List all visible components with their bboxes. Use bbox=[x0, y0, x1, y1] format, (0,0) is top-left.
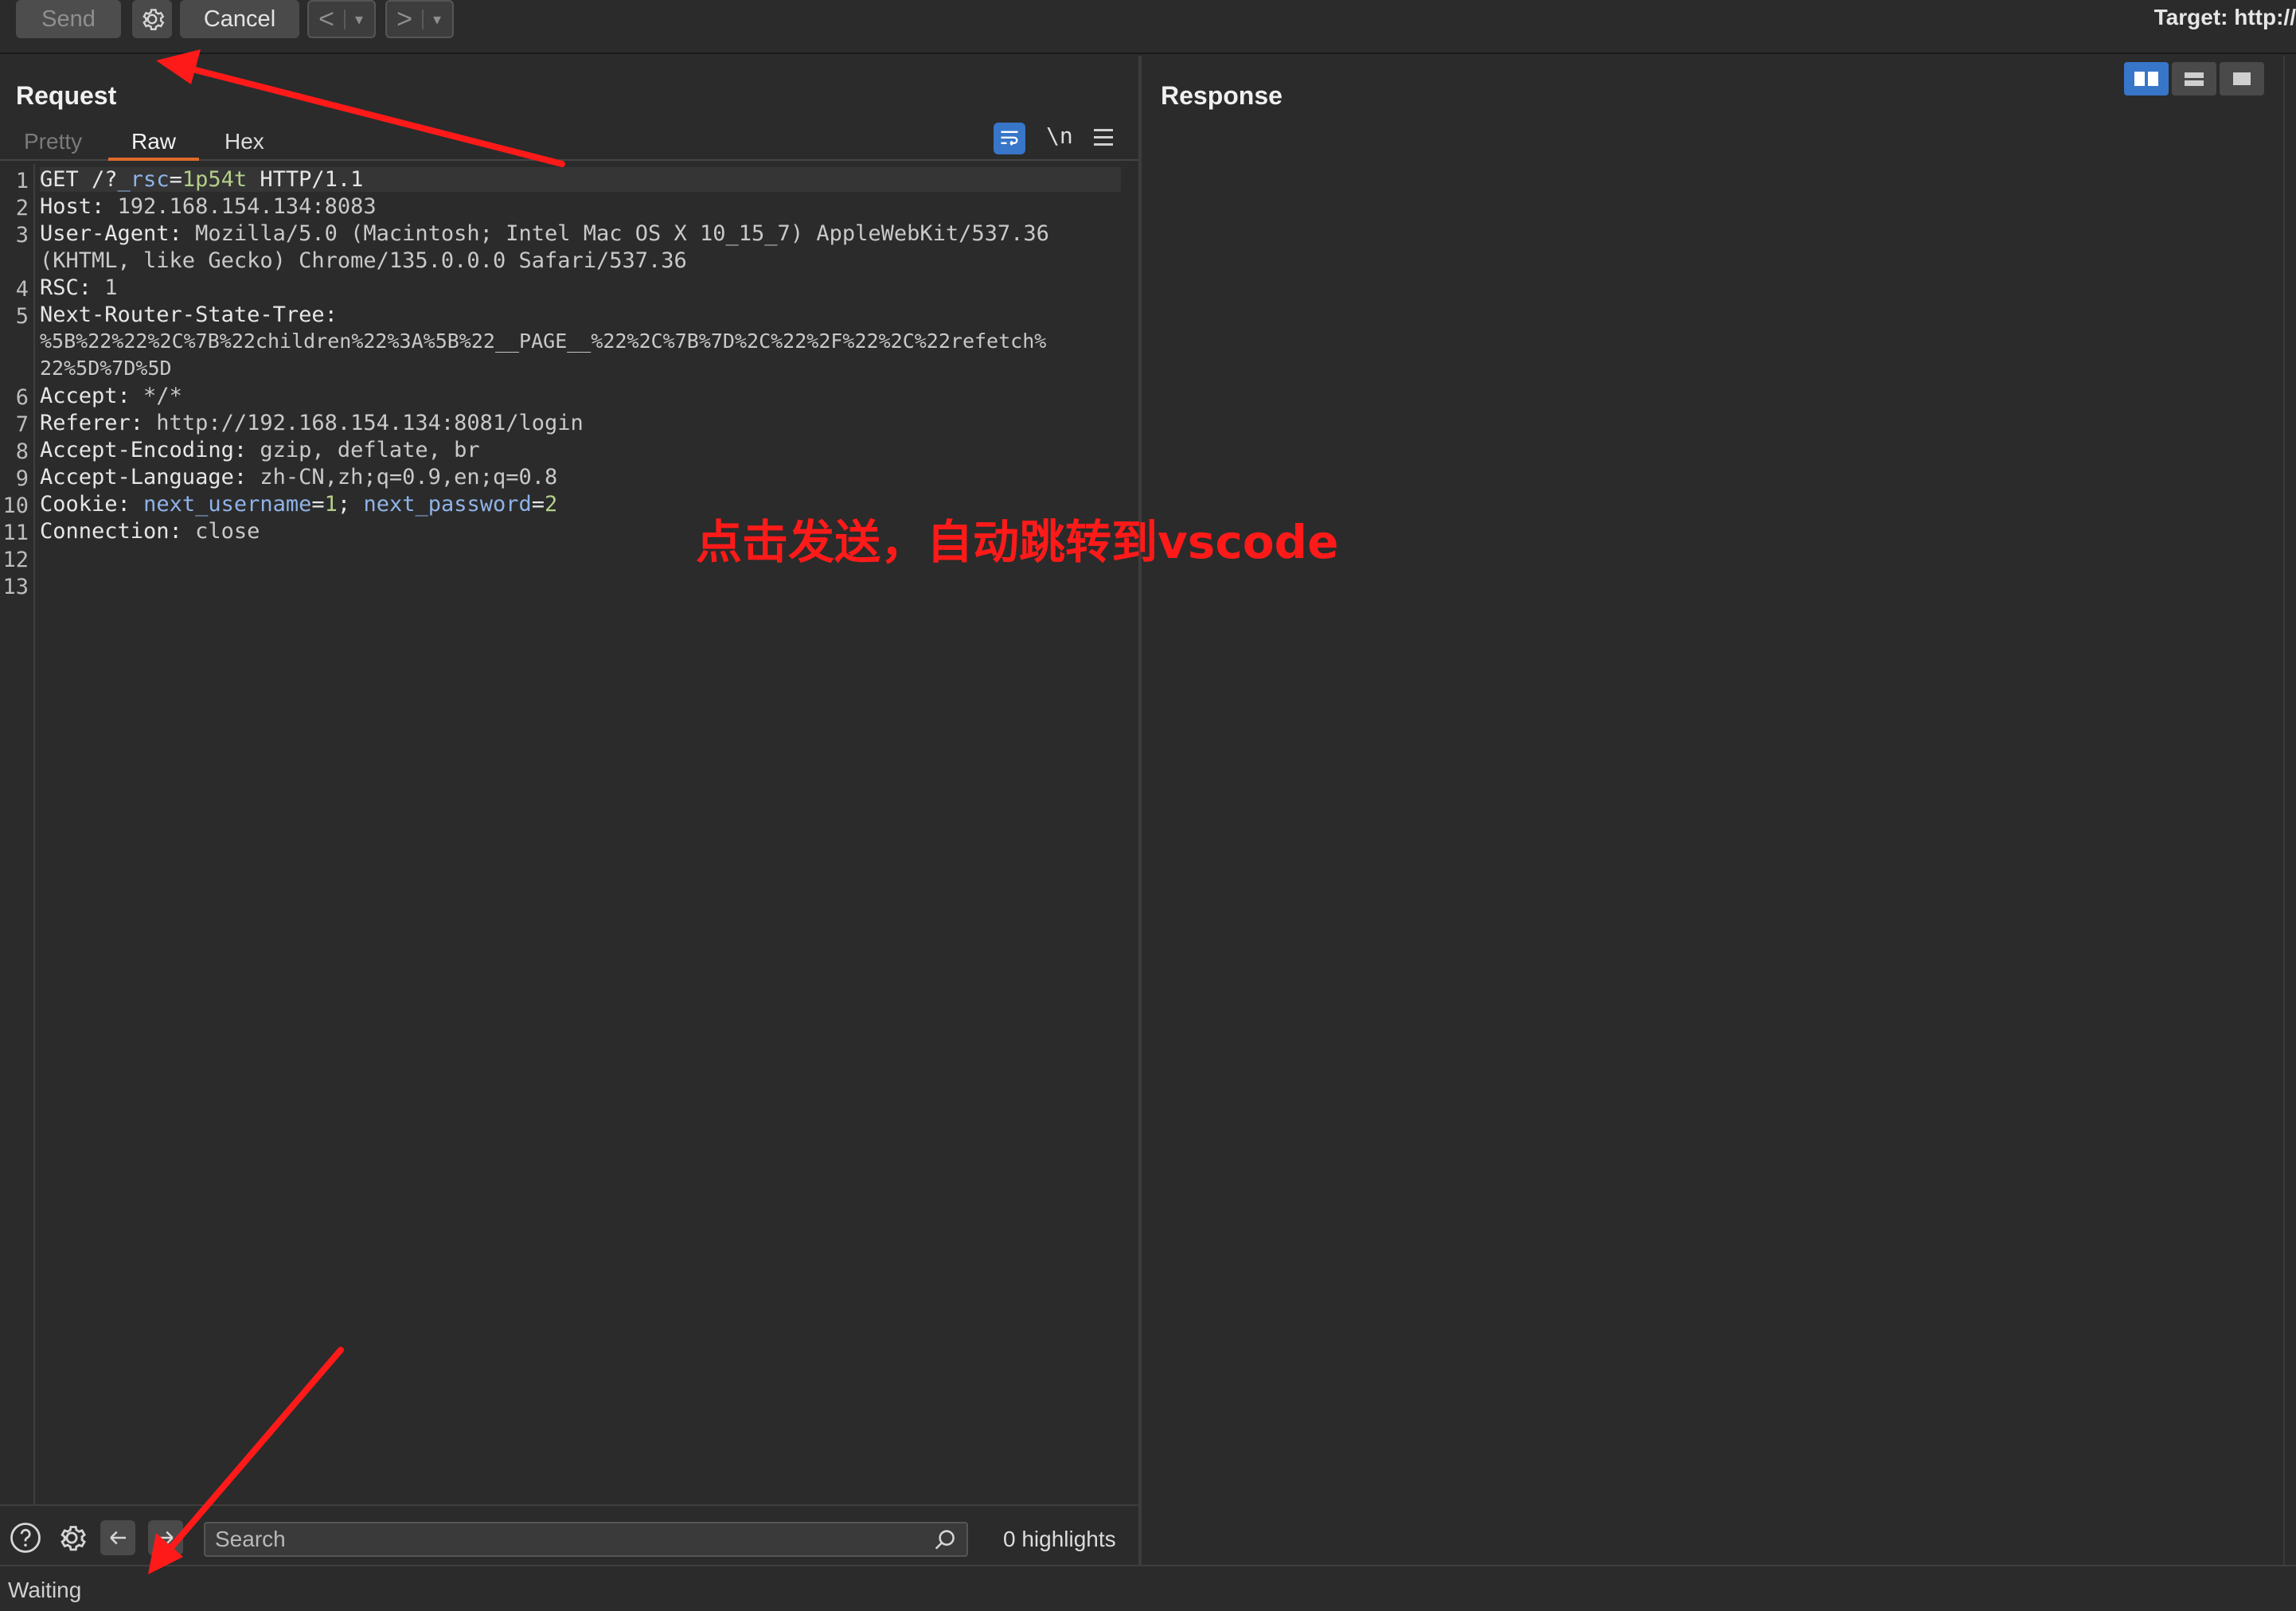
forward-arrow-icon[interactable]: > bbox=[387, 4, 422, 35]
line-number: 3 bbox=[15, 223, 29, 248]
code-line-10: Cookie: next_username=1; next_password=2 bbox=[40, 492, 558, 517]
request-title: Request bbox=[16, 81, 117, 110]
send-settings-button[interactable] bbox=[132, 0, 172, 38]
side-panel-edge bbox=[2283, 56, 2296, 1565]
columns-icon bbox=[2134, 72, 2158, 86]
status-text: Waiting bbox=[8, 1578, 82, 1602]
line-number: 8 bbox=[15, 439, 29, 464]
request-editor[interactable]: 1 2 3 4 5 6 7 8 9 10 11 12 13 GET /?_rsc… bbox=[0, 164, 1138, 1504]
request-tabs: Pretty Raw Hex bbox=[0, 124, 1138, 161]
line-number: 7 bbox=[15, 412, 29, 437]
code-line-2: Host: 192.168.154.134:8083 bbox=[40, 194, 377, 219]
status-bar: Waiting bbox=[0, 1565, 2296, 1611]
rows-icon bbox=[2185, 72, 2204, 86]
wrap-lines-icon bbox=[1001, 131, 1018, 146]
response-title: Response bbox=[1161, 81, 1283, 110]
layout-split-horizontal-button[interactable] bbox=[2124, 62, 2169, 96]
code-line-1: GET /?_rsc=1p54t HTTP/1.1 bbox=[40, 167, 1121, 192]
layout-split-vertical-button[interactable] bbox=[2172, 62, 2216, 96]
back-arrow-icon[interactable]: < bbox=[309, 4, 344, 35]
line-number: 12 bbox=[2, 548, 29, 572]
line-number-gutter: 1 2 3 4 5 6 7 8 9 10 11 12 13 bbox=[0, 164, 35, 1504]
line-number: 2 bbox=[15, 196, 29, 220]
layout-single-button[interactable] bbox=[2220, 62, 2264, 96]
target-label[interactable]: Target: http:// bbox=[2154, 5, 2296, 30]
hamburger-menu-icon[interactable] bbox=[1092, 124, 1116, 153]
back-dropdown-icon[interactable]: ▾ bbox=[344, 9, 373, 29]
line-number: 4 bbox=[15, 277, 29, 302]
cancel-button[interactable]: Cancel bbox=[180, 0, 299, 38]
gear-icon bbox=[61, 1526, 86, 1551]
line-number: 13 bbox=[2, 575, 29, 599]
code-line-6: Accept: */* bbox=[40, 384, 182, 408]
history-forward-group[interactable]: > ▾ bbox=[385, 0, 454, 38]
highlights-count: 0 highlights bbox=[1003, 1527, 1116, 1551]
code-line-9: Accept-Language: zh-CN,zh;q=0.9,en;q=0.8 bbox=[40, 465, 558, 490]
request-search-bar: 0 highlights bbox=[0, 1504, 1138, 1565]
layout-toggle bbox=[2124, 62, 2267, 96]
code-line-11: Connection: close bbox=[40, 519, 260, 544]
line-number: 9 bbox=[15, 466, 29, 491]
send-button[interactable]: Send bbox=[16, 0, 121, 38]
code-line-4: RSC: 1 bbox=[40, 275, 118, 300]
arrow-left-icon bbox=[110, 1531, 126, 1545]
toolbar: Send Cancel < ▾ > ▾ Target: http:// bbox=[0, 0, 2296, 54]
request-pane: Request Pretty Raw Hex \n 1 2 3 4 5 6 7 … bbox=[0, 56, 1138, 1565]
wrap-lines-button[interactable] bbox=[994, 123, 1025, 154]
code-line-5-wrap-1: %5B%22%22%2C%7B%22children%22%3A%5B%22__… bbox=[40, 330, 1047, 353]
search-icon[interactable] bbox=[931, 1527, 959, 1554]
code-line-3-wrap: (KHTML, like Gecko) Chrome/135.0.0.0 Saf… bbox=[40, 248, 687, 273]
line-number: 10 bbox=[2, 493, 29, 518]
code-line-5: Next-Router-State-Tree: bbox=[40, 302, 338, 327]
history-back-group[interactable]: < ▾ bbox=[307, 0, 376, 38]
search-settings-button[interactable] bbox=[54, 1520, 89, 1555]
tab-raw[interactable]: Raw bbox=[108, 129, 199, 161]
help-button[interactable] bbox=[8, 1520, 43, 1555]
search-box[interactable] bbox=[204, 1522, 968, 1557]
arrow-right-icon bbox=[158, 1531, 174, 1545]
tab-pretty[interactable]: Pretty bbox=[24, 129, 82, 161]
forward-dropdown-icon[interactable]: ▾ bbox=[422, 9, 451, 29]
gear-icon bbox=[143, 9, 165, 30]
response-pane: Response bbox=[1142, 56, 2277, 1565]
search-input[interactable] bbox=[205, 1523, 922, 1555]
line-number: 11 bbox=[2, 521, 29, 545]
code-line-8: Accept-Encoding: gzip, deflate, br bbox=[40, 438, 480, 462]
help-icon bbox=[10, 1523, 41, 1553]
single-pane-icon bbox=[2233, 72, 2251, 85]
tab-hex[interactable]: Hex bbox=[225, 129, 264, 161]
previous-match-button[interactable] bbox=[100, 1520, 135, 1555]
code-line-3: User-Agent: Mozilla/5.0 (Macintosh; Inte… bbox=[40, 221, 1049, 246]
line-number: 6 bbox=[15, 385, 29, 410]
annotation-text: 点击发送，自动跳转到vscode bbox=[696, 515, 1339, 569]
show-newlines-button[interactable]: \n bbox=[1046, 123, 1075, 154]
next-match-button[interactable] bbox=[148, 1520, 183, 1555]
code-line-7: Referer: http://192.168.154.134:8081/log… bbox=[40, 411, 584, 435]
code-line-5-wrap-2: 22%5D%7D%5D bbox=[40, 357, 172, 380]
line-number: 5 bbox=[15, 304, 29, 329]
line-number: 1 bbox=[15, 169, 29, 193]
